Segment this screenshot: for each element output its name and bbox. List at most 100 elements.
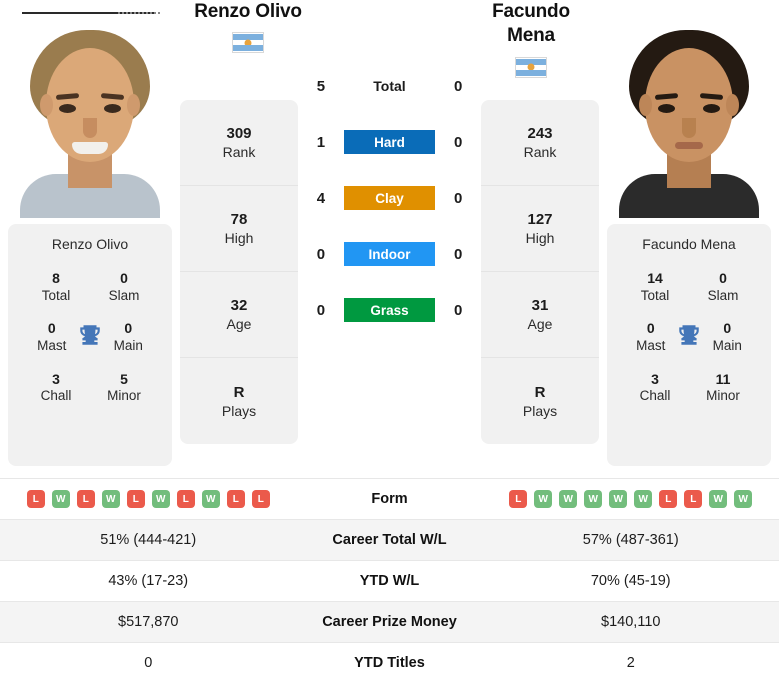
right-career-prize: $140,110 xyxy=(601,614,661,630)
left-titles-row-3: 3 Chall 5 Minor xyxy=(14,371,166,405)
table-row-ytd-titles: 0 YTD Titles 2 xyxy=(0,642,779,683)
right-main-value: 0 xyxy=(723,320,732,337)
right-minor-value: 11 xyxy=(715,370,731,387)
mouth xyxy=(72,142,108,154)
left-age-label: Age xyxy=(226,316,252,332)
left-chall-label: Chall xyxy=(40,388,72,404)
form-badge-l: L xyxy=(509,490,528,508)
left-main-titles: 0 Main xyxy=(104,320,152,354)
surface-badge-hard[interactable]: Hard xyxy=(343,130,436,154)
left-plays-value: R xyxy=(233,383,245,401)
right-age-value: 31 xyxy=(531,297,549,314)
right-challenger-titles: 3 Chall xyxy=(627,371,683,405)
left-plays-label: Plays xyxy=(221,402,257,419)
right-career-wl: 57% (487-361) xyxy=(582,532,679,548)
form-badge-w: W xyxy=(51,490,70,508)
form-badge-w: W xyxy=(201,490,220,508)
left-slam-titles: 0 Slam xyxy=(96,270,152,304)
right-form-cell: LWWWWWLLWW xyxy=(483,490,779,508)
right-rank-cell: 243 Rank xyxy=(481,100,599,186)
left-minor-value: 5 xyxy=(120,370,128,387)
left-titles-card: Renzo Olivo 8 Total 0 Slam 0 Mast 0 Main… xyxy=(8,224,172,466)
ytd-titles-label: YTD Titles xyxy=(354,655,425,671)
right-chall-label: Chall xyxy=(639,388,671,404)
right-h2h-hard: 0 xyxy=(453,133,463,151)
left-rank-value: 309 xyxy=(226,125,252,142)
left-rank-column: 309 Rank 78 High 32 Age R Plays xyxy=(180,100,298,444)
left-ytd-wl: 43% (17-23) xyxy=(108,573,189,589)
comparison-stats-table: LWLWLWLWLL Form LWWWWWLLWW 51% (444-421)… xyxy=(0,478,779,683)
right-slam-label: Slam xyxy=(707,287,739,303)
eye-left xyxy=(658,104,675,113)
eye-left xyxy=(59,104,76,113)
form-badge-w: W xyxy=(709,490,728,508)
form-badge-w: W xyxy=(609,490,628,508)
right-plays-cell: R Plays xyxy=(481,358,599,444)
left-high-value: 78 xyxy=(230,211,248,228)
form-badge-l: L xyxy=(659,490,678,508)
ytd-wl-label: YTD W/L xyxy=(359,573,420,589)
right-h2h-grass: 0 xyxy=(453,301,463,319)
left-player-column: Renzo Olivo 8 Total 0 Slam 0 Mast 0 Main… xyxy=(0,0,180,472)
left-career-prize: $517,870 xyxy=(118,614,179,630)
left-h2h-grass: 0 xyxy=(316,301,326,319)
right-total-titles: 14 Total xyxy=(627,270,683,304)
right-player-name-line1: Facundo xyxy=(492,1,570,22)
right-titles-card: Facundo Mena 14 Total 0 Slam 0 Mast 0 Ma… xyxy=(607,224,771,466)
right-h2h-clay: 0 xyxy=(453,189,463,207)
left-slam-label: Slam xyxy=(108,287,140,303)
left-plays-cell: R Plays xyxy=(180,358,298,444)
left-h2h-indoor: 0 xyxy=(316,245,326,263)
right-total-value: 14 xyxy=(647,270,663,286)
right-titles-row-2: 0 Mast 0 Main xyxy=(613,320,765,354)
surface-badge-grass[interactable]: Grass xyxy=(343,298,436,322)
right-mast-label: Mast xyxy=(636,337,666,353)
form-badge-w: W xyxy=(101,490,120,508)
ear-left xyxy=(639,94,652,116)
left-ytd-titles: 0 xyxy=(144,655,153,671)
right-minor-label: Minor xyxy=(706,388,740,404)
comparison-top-section: Renzo Olivo 8 Total 0 Slam 0 Mast 0 Main… xyxy=(0,0,779,472)
left-mast-label: Mast xyxy=(37,337,67,353)
left-h2h-hard: 1 xyxy=(316,133,326,151)
left-challenger-titles: 3 Chall xyxy=(28,371,84,405)
surface-badge-clay[interactable]: Clay xyxy=(343,186,436,210)
right-h2h-indoor: 0 xyxy=(453,245,463,263)
left-form-cell: LWLWLWLWLL xyxy=(0,490,297,508)
ear-right xyxy=(127,94,140,116)
surface-badge-total: Total xyxy=(373,78,406,94)
left-age-value: 32 xyxy=(230,297,248,314)
surface-badge-indoor[interactable]: Indoor xyxy=(343,242,436,266)
right-player-photo xyxy=(599,0,779,218)
left-player-photo xyxy=(0,0,180,218)
left-rank-label: Rank xyxy=(222,144,256,160)
trophy-icon xyxy=(675,322,704,353)
ear-right xyxy=(726,94,739,116)
center-h2h-column: Renzo Olivo Facundo Mena 5 Total 0 1 Har… xyxy=(194,0,570,472)
nose xyxy=(682,118,696,138)
right-high-cell: 127 High xyxy=(481,186,599,272)
h2h-row-clay: 4 Clay 0 xyxy=(298,170,481,226)
right-mast-value: 0 xyxy=(646,320,655,337)
right-high-value: 127 xyxy=(527,211,553,228)
h2h-row-total: 5 Total 0 xyxy=(298,58,481,114)
right-form-badges: LWWWWWLLWW xyxy=(483,490,779,508)
left-card-player-name: Renzo Olivo xyxy=(51,236,129,252)
form-badge-l: L xyxy=(76,490,95,508)
form-badge-w: W xyxy=(534,490,553,508)
h2h-row-grass: 0 Grass 0 xyxy=(298,282,481,338)
form-badge-l: L xyxy=(684,490,703,508)
left-form-badges: LWLWLWLWLL xyxy=(0,490,297,508)
left-titles-row-2: 0 Mast 0 Main xyxy=(14,320,166,354)
career-prize-label: Career Prize Money xyxy=(322,614,457,630)
right-photo-frame xyxy=(613,10,765,218)
right-plays-label: Plays xyxy=(522,402,558,419)
right-ytd-wl: 70% (45-19) xyxy=(590,573,671,589)
table-row-career-wl: 51% (444-421) Career Total W/L 57% (487-… xyxy=(0,519,779,560)
right-titles-row-3: 3 Chall 11 Minor xyxy=(613,371,765,405)
right-player-name-line2: Mena xyxy=(507,25,555,47)
left-player-face xyxy=(20,22,160,218)
h2h-row-hard: 1 Hard 0 xyxy=(298,114,481,170)
form-badge-w: W xyxy=(634,490,653,508)
form-badge-l: L xyxy=(126,490,145,508)
